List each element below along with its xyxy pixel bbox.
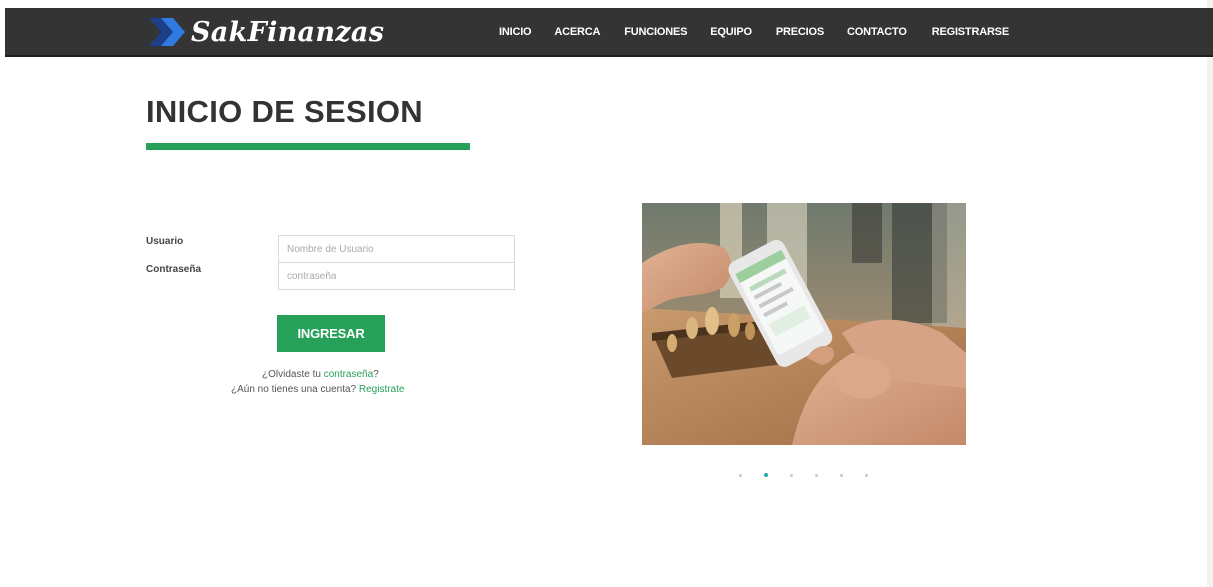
login-page: SakFinanzas INICIO ACERCA FUNCIONES EQUI… xyxy=(0,0,1213,587)
double-chevron-arrow-icon xyxy=(149,18,185,46)
login-button[interactable]: INGRESAR xyxy=(277,315,385,352)
brand-logo-link[interactable]: SakFinanzas xyxy=(147,13,384,51)
register-link[interactable]: Registrate xyxy=(359,384,405,395)
carousel-dot-4[interactable] xyxy=(815,473,818,477)
nav-item-equipo[interactable]: EQUIPO xyxy=(710,26,752,38)
page-edge-strip xyxy=(1207,0,1213,587)
nav-item-contacto[interactable]: CONTACTO xyxy=(847,26,907,38)
nav-item-funciones[interactable]: FUNCIONES xyxy=(624,26,687,38)
carousel-slide-image xyxy=(642,203,966,445)
nav-item-inicio[interactable]: INICIO xyxy=(499,26,532,38)
carousel-dot-2-active[interactable] xyxy=(764,473,768,477)
brand-name: SakFinanzas xyxy=(191,16,385,48)
person-using-phone-photo xyxy=(642,203,966,445)
forgot-password-link[interactable]: contraseña xyxy=(324,369,373,380)
nav-menu: INICIO ACERCA FUNCIONES EQUIPO PRECIOS C… xyxy=(495,8,1009,55)
username-label: Usuario xyxy=(146,236,184,247)
forgot-password-text: ¿Olvidaste tu contraseña? xyxy=(262,369,379,380)
carousel-dot-1[interactable] xyxy=(739,473,742,477)
nav-item-acerca[interactable]: ACERCA xyxy=(554,26,600,38)
nav-item-precios[interactable]: PRECIOS xyxy=(776,26,824,38)
forgot-prefix: ¿Olvidaste tu xyxy=(262,369,324,380)
top-navbar: SakFinanzas INICIO ACERCA FUNCIONES EQUI… xyxy=(5,8,1213,57)
carousel-dot-5[interactable] xyxy=(840,473,843,477)
forgot-suffix: ? xyxy=(373,369,379,380)
carousel-dot-6[interactable] xyxy=(865,473,868,477)
register-prefix: ¿Aún no tienes una cuenta? xyxy=(231,384,359,395)
carousel-indicators xyxy=(739,471,890,479)
password-input[interactable] xyxy=(278,262,515,290)
title-underline xyxy=(146,143,470,150)
nav-item-registrarse[interactable]: REGISTRARSE xyxy=(932,26,1009,38)
register-prompt-text: ¿Aún no tienes una cuenta? Registrate xyxy=(231,384,404,395)
username-input[interactable] xyxy=(278,235,515,263)
carousel-dot-3[interactable] xyxy=(790,473,793,477)
page-title: INICIO DE SESION xyxy=(146,94,423,129)
password-label: Contraseña xyxy=(146,264,202,275)
